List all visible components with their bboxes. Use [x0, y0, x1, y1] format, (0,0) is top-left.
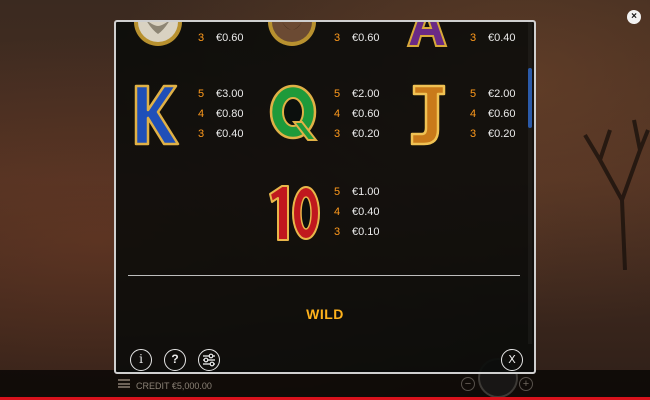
- wolf-symbol-icon: [134, 22, 182, 46]
- pay-row: 3 €0.40: [198, 128, 244, 140]
- q-paytable: 5 €2.00 4 €0.60 3 €0.20: [334, 84, 380, 144]
- close-paytable-button[interactable]: X: [501, 349, 523, 371]
- paytable-scroll-content[interactable]: 3 €0.60 3 €0.60 3 €0.40 5 €3.00 4 €0.80 3 €0.4…: [116, 22, 528, 344]
- info-button[interactable]: i: [130, 349, 152, 371]
- help-button[interactable]: ?: [164, 349, 186, 371]
- pay-row: 5 €3.00: [198, 88, 244, 100]
- j-symbol-icon: [410, 84, 446, 146]
- settings-button[interactable]: [198, 349, 220, 371]
- background-tree: [583, 119, 650, 270]
- pay-row: 3 €0.60: [334, 32, 380, 44]
- paytable-footer: i ? X: [116, 344, 534, 372]
- pay-row: 4 €0.60: [334, 108, 380, 120]
- bison-symbol-icon: [268, 22, 316, 46]
- ten-paytable: 5 €1.00 4 €0.40 3 €0.10: [334, 182, 380, 242]
- pay-row: 5 €2.00: [334, 88, 380, 100]
- ten-symbol-icon: [269, 185, 320, 241]
- menu-icon: [118, 379, 130, 388]
- scrollbar-thumb[interactable]: [528, 68, 532, 128]
- pay-row: 3 €0.60: [198, 32, 244, 44]
- a-symbol-icon: [406, 22, 448, 47]
- credit-readout: CREDIT €5,000.00: [136, 381, 212, 391]
- pay-row: 3 €0.20: [334, 128, 380, 140]
- pay-row: 4 €0.80: [198, 108, 244, 120]
- bison-paytable: 3 €0.60: [334, 28, 380, 48]
- pay-row: 3 €0.10: [334, 226, 380, 238]
- k-symbol-icon: [134, 84, 180, 146]
- bet-increase-button: +: [519, 377, 533, 391]
- pay-row: 4 €0.60: [470, 108, 516, 120]
- k-paytable: 5 €3.00 4 €0.80 3 €0.40: [198, 84, 244, 144]
- section-divider: [128, 275, 520, 276]
- outer-close-button[interactable]: ×: [627, 10, 641, 24]
- pay-row: 3 €0.40: [470, 32, 516, 44]
- j-paytable: 5 €2.00 4 €0.60 3 €0.20: [470, 84, 516, 144]
- pay-row: 5 €2.00: [470, 88, 516, 100]
- q-symbol-icon: [269, 84, 319, 141]
- sliders-icon: [203, 353, 215, 367]
- wolf-paytable: 3 €0.60: [198, 28, 244, 48]
- pay-row: 3 €0.20: [470, 128, 516, 140]
- paytable-panel: 3 €0.60 3 €0.60 3 €0.40 5 €3.00 4 €0.80 3 €0.4…: [114, 20, 536, 374]
- wild-section-title: WILD: [306, 306, 344, 322]
- pay-row: 5 €1.00: [334, 186, 380, 198]
- pay-row: 4 €0.40: [334, 206, 380, 218]
- bet-decrease-button: −: [461, 377, 475, 391]
- a-paytable: 3 €0.40: [470, 28, 516, 48]
- game-bottom-bar: [0, 370, 650, 400]
